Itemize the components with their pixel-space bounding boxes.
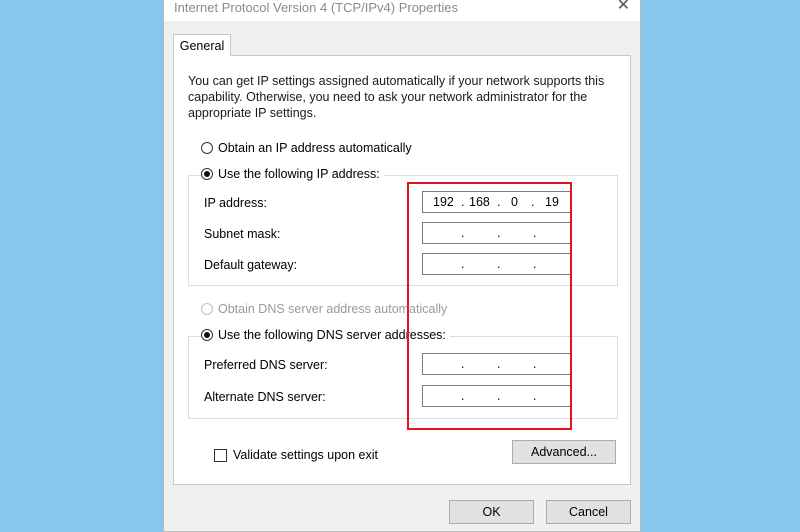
ip-octet-3: 0 [511,195,518,209]
alternate-dns-label: Alternate DNS server: [204,390,326,404]
ipv4-properties-dialog: Internet Protocol Version 4 (TCP/IPv4) P… [163,0,641,532]
ip-address-input[interactable]: 192 . 168 . 0 . 19 [422,191,572,213]
ip-address-label: IP address: [204,196,268,210]
octet-dot: . [461,389,465,403]
subnet-mask-input[interactable]: . . . [422,222,572,244]
octet-dot: . [497,257,501,271]
ok-button[interactable]: OK [449,500,534,524]
default-gateway-input[interactable]: . . . [422,253,572,275]
use-following-dns-label: Use the following DNS server addresses: [218,328,446,342]
default-gateway-label: Default gateway: [204,258,298,272]
octet-dot: . [533,257,537,271]
ip-octet-2: 168 [469,195,490,209]
validate-settings-label: Validate settings upon exit [233,448,379,462]
octet-dot: . [497,357,501,371]
advanced-button[interactable]: Advanced... [512,440,616,464]
octet-dot: . [461,257,465,271]
octet-dot: . [461,195,465,209]
radio-icon [201,142,213,154]
radio-disabled-icon [201,303,213,315]
window-title: Internet Protocol Version 4 (TCP/IPv4) P… [174,0,458,15]
alternate-dns-input[interactable]: . . . [422,385,572,407]
obtain-dns-auto-radio[interactable]: Obtain DNS server address automatically [201,302,452,316]
checkbox-icon [214,448,227,462]
octet-dot: . [531,195,535,209]
octet-dot: . [533,389,537,403]
use-following-ip-label: Use the following IP address: [218,167,380,181]
general-panel: You can get IP settings assigned automat… [173,55,631,485]
validate-settings-checkbox[interactable]: Validate settings upon exit [214,448,378,462]
obtain-ip-auto-radio[interactable]: Obtain an IP address automatically [201,141,416,155]
cancel-button[interactable]: Cancel [546,500,631,524]
ip-octet-4: 19 [545,195,559,209]
description-text: You can get IP settings assigned automat… [188,74,605,120]
octet-dot: . [461,226,465,240]
use-following-ip-radio[interactable]: Use the following IP address: [201,167,384,181]
preferred-dns-label: Preferred DNS server: [204,358,328,372]
close-icon[interactable]: ✕ [617,0,630,15]
octet-dot: . [497,195,501,209]
use-following-dns-radio[interactable]: Use the following DNS server addresses: [201,328,450,342]
preferred-dns-input[interactable]: . . . [422,353,572,375]
obtain-dns-auto-label: Obtain DNS server address automatically [218,302,448,316]
radio-checked-icon [201,329,213,341]
tab-general[interactable]: General [173,34,231,56]
octet-dot: . [497,226,501,240]
obtain-ip-auto-label: Obtain an IP address automatically [218,141,412,155]
ip-octet-1: 192 [433,195,454,209]
title-bar: Internet Protocol Version 4 (TCP/IPv4) P… [164,0,640,21]
octet-dot: . [533,357,537,371]
octet-dot: . [533,226,537,240]
radio-checked-icon [201,168,213,180]
octet-dot: . [461,357,465,371]
subnet-mask-label: Subnet mask: [204,227,281,241]
octet-dot: . [497,389,501,403]
